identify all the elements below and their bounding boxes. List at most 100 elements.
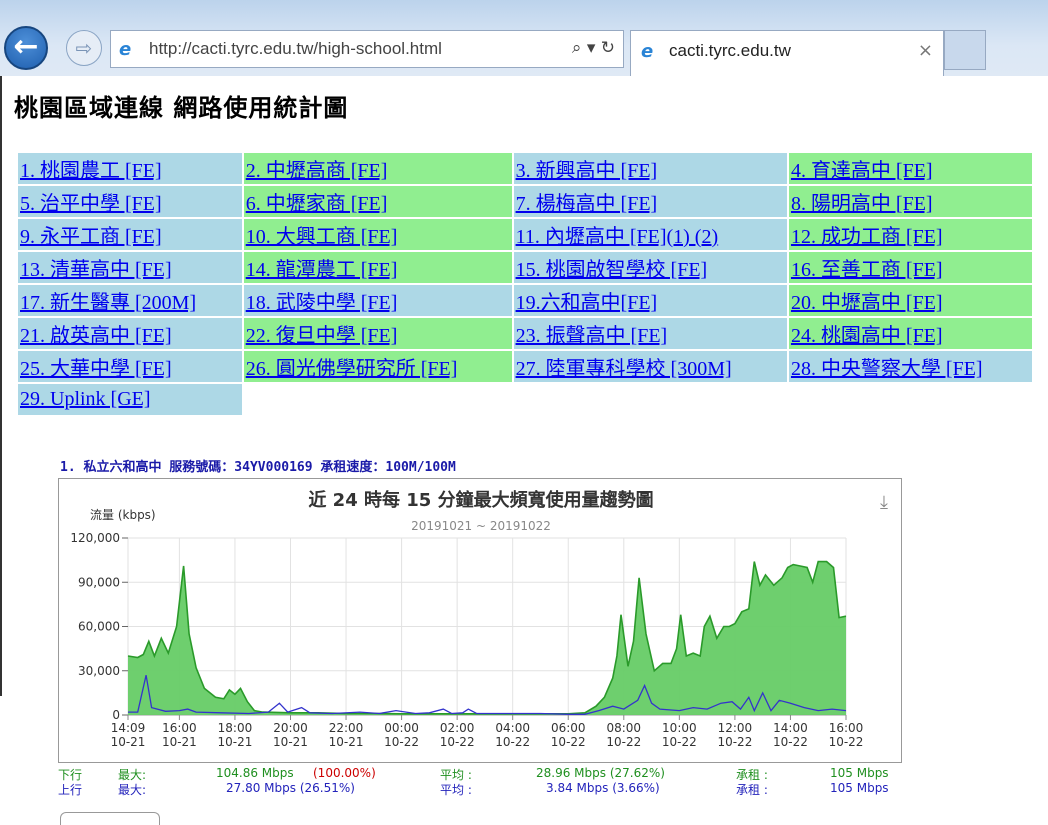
school-link[interactable]: 1. 桃園農工 [FE]: [20, 160, 162, 182]
school-link[interactable]: 23. 振聲高中 [FE]: [516, 325, 668, 347]
download-icon[interactable]: ⤓: [880, 492, 888, 513]
y-tick-label: 0: [112, 708, 120, 722]
school-cell: 26. 圓光佛學研究所 [FE]: [243, 351, 512, 382]
up-label: 上行: [58, 783, 83, 797]
ie-logo-icon: e: [119, 39, 132, 60]
school-cell: 20. 中壢高中 [FE]: [788, 285, 1032, 316]
school-link[interactable]: 25. 大華中學 [FE]: [20, 358, 172, 380]
down-max-pct: (100.00%): [313, 766, 376, 780]
x-tick-label-time: 16:00: [162, 721, 197, 735]
school-cell: 9. 永平工商 [FE]: [18, 219, 242, 250]
x-tick-label-time: 16:00: [829, 721, 864, 735]
school-cell: 4. 育達高中 [FE]: [788, 153, 1032, 184]
x-tick-label-time: 22:00: [329, 721, 364, 735]
new-tab-button[interactable]: [944, 30, 986, 70]
school-link[interactable]: 24. 桃園高中 [FE]: [791, 325, 943, 347]
y-tick-label: 30,000: [78, 664, 120, 678]
school-link[interactable]: 16. 至善工商 [FE]: [791, 259, 943, 281]
ie-tab-icon: e: [641, 41, 654, 62]
y-tick-label: 90,000: [78, 575, 120, 589]
up-avg-label: 平均 :: [440, 783, 472, 797]
up-lease-label: 承租 :: [736, 783, 768, 797]
school-link[interactable]: 28. 中央警察大學 [FE]: [791, 358, 983, 380]
school-link[interactable]: 20. 中壢高中 [FE]: [791, 292, 943, 314]
up-max-value: 27.80 Mbps (26.51%): [226, 781, 355, 795]
school-cell: 7. 楊梅高中 [FE]: [513, 186, 787, 217]
school-cell: 28. 中央警察大學 [FE]: [788, 351, 1032, 382]
school-cell: 12. 成功工商 [FE]: [788, 219, 1032, 250]
y-tick-label: 60,000: [78, 620, 120, 634]
school-link[interactable]: 4. 育達高中 [FE]: [791, 160, 933, 182]
school-link[interactable]: 19.六和高中[FE]: [516, 292, 658, 314]
school-link[interactable]: 11. 內壢高中 [FE](1) (2): [516, 226, 719, 248]
school-cell: 5. 治平中學 [FE]: [18, 186, 242, 217]
school-link[interactable]: 3. 新興高中 [FE]: [516, 160, 658, 182]
school-cell: 25. 大華中學 [FE]: [18, 351, 242, 382]
school-cell: 15. 桃園啟智學校 [FE]: [513, 252, 787, 283]
school-link[interactable]: 5. 治平中學 [FE]: [20, 193, 162, 215]
x-tick-label-time: 08:00: [606, 721, 641, 735]
school-cell: 24. 桃園高中 [FE]: [788, 318, 1032, 349]
school-link[interactable]: 15. 桃園啟智學校 [FE]: [516, 259, 708, 281]
school-cell: 22. 復旦中學 [FE]: [243, 318, 512, 349]
school-cell: 16. 至善工商 [FE]: [788, 252, 1032, 283]
x-tick-label-date: 10-21: [329, 735, 364, 749]
window-border: [0, 76, 2, 696]
school-link[interactable]: 6. 中壢家商 [FE]: [246, 193, 388, 215]
y-axis-label: 流量 (kbps): [90, 508, 156, 522]
down-lease-value: 105 Mbps: [830, 766, 889, 780]
school-link[interactable]: 14. 龍潭農工 [FE]: [246, 259, 398, 281]
x-tick-label-date: 10-21: [217, 735, 252, 749]
school-link[interactable]: 12. 成功工商 [FE]: [791, 226, 943, 248]
x-tick-label-time: 04:00: [495, 721, 530, 735]
school-link[interactable]: 10. 大興工商 [FE]: [246, 226, 398, 248]
x-tick-label-time: 00:00: [384, 721, 419, 735]
school-link[interactable]: 29. Uplink [GE]: [20, 388, 151, 410]
school-cell: 6. 中壢家商 [FE]: [243, 186, 512, 217]
close-tab-icon[interactable]: ×: [918, 40, 933, 61]
school-link[interactable]: 13. 清華高中 [FE]: [20, 259, 172, 281]
x-tick-label-date: 10-22: [717, 735, 752, 749]
school-link[interactable]: 2. 中壢高商 [FE]: [246, 160, 388, 182]
school-cell: 11. 內壢高中 [FE](1) (2): [513, 219, 787, 250]
school-cell: 23. 振聲高中 [FE]: [513, 318, 787, 349]
up-max-label: 最大:: [118, 783, 147, 797]
x-tick-label-time: 12:00: [718, 721, 753, 735]
x-tick-label-date: 10-22: [384, 735, 419, 749]
school-link[interactable]: 9. 永平工商 [FE]: [20, 226, 162, 248]
traffic-chart: 030,00060,00090,000120,00014:0910-2116:0…: [70, 489, 888, 749]
school-cell: 27. 陸軍專科學校 [300M]: [513, 351, 787, 382]
school-link[interactable]: 27. 陸軍專科學校 [300M]: [516, 358, 732, 380]
forward-button[interactable]: ⇨: [66, 30, 102, 66]
school-link[interactable]: 8. 陽明高中 [FE]: [791, 193, 933, 215]
graph-heading: 1. 私立六和高中 服務號碼：34YV000169 承租速度：100M/100M: [60, 460, 456, 475]
browser-tab[interactable]: e cacti.tyrc.edu.tw ×: [630, 30, 944, 76]
school-cell: 18. 武陵中學 [FE]: [243, 285, 512, 316]
stats-row-up: 上行 最大: 27.80 Mbps (26.51%) 平均 : 3.84 Mbp…: [58, 781, 904, 797]
address-bar[interactable]: e http://cacti.tyrc.edu.tw/high-school.h…: [110, 30, 624, 68]
school-link[interactable]: 18. 武陵中學 [FE]: [246, 292, 398, 314]
school-cell: 8. 陽明高中 [FE]: [788, 186, 1032, 217]
school-link[interactable]: 22. 復旦中學 [FE]: [246, 325, 398, 347]
x-tick-label-date: 10-22: [440, 735, 475, 749]
address-url[interactable]: http://cacti.tyrc.edu.tw/high-school.htm…: [149, 39, 442, 59]
school-cell: 19.六和高中[FE]: [513, 285, 787, 316]
school-cell: 13. 清華高中 [FE]: [18, 252, 242, 283]
school-link[interactable]: 17. 新生醫專 [200M]: [20, 292, 196, 314]
school-link[interactable]: 26. 圓光佛學研究所 [FE]: [246, 358, 458, 380]
back-button[interactable]: ←: [4, 26, 48, 70]
school-link[interactable]: 7. 楊梅高中 [FE]: [516, 193, 658, 215]
x-tick-label-date: 10-22: [662, 735, 697, 749]
school-cell: 1. 桃園農工 [FE]: [18, 153, 242, 184]
search-refresh-icon[interactable]: ⌕ ▾ ↻: [572, 38, 615, 58]
chart-subtitle: 20191021 ~ 20191022: [411, 519, 551, 533]
up-lease-value: 105 Mbps: [830, 781, 889, 795]
y-tick-label: 120,000: [70, 531, 120, 545]
school-link[interactable]: 21. 啟英高中 [FE]: [20, 325, 172, 347]
series-down-area: [128, 561, 846, 715]
x-tick-label-date: 10-22: [773, 735, 808, 749]
traffic-stats: 下行 最大: 104.86 Mbps (100.00%) 平均 : 28.96 …: [58, 766, 904, 797]
school-cell: 17. 新生醫專 [200M]: [18, 285, 242, 316]
tab-title: cacti.tyrc.edu.tw: [669, 41, 791, 60]
x-tick-label-date: 10-21: [111, 735, 146, 749]
